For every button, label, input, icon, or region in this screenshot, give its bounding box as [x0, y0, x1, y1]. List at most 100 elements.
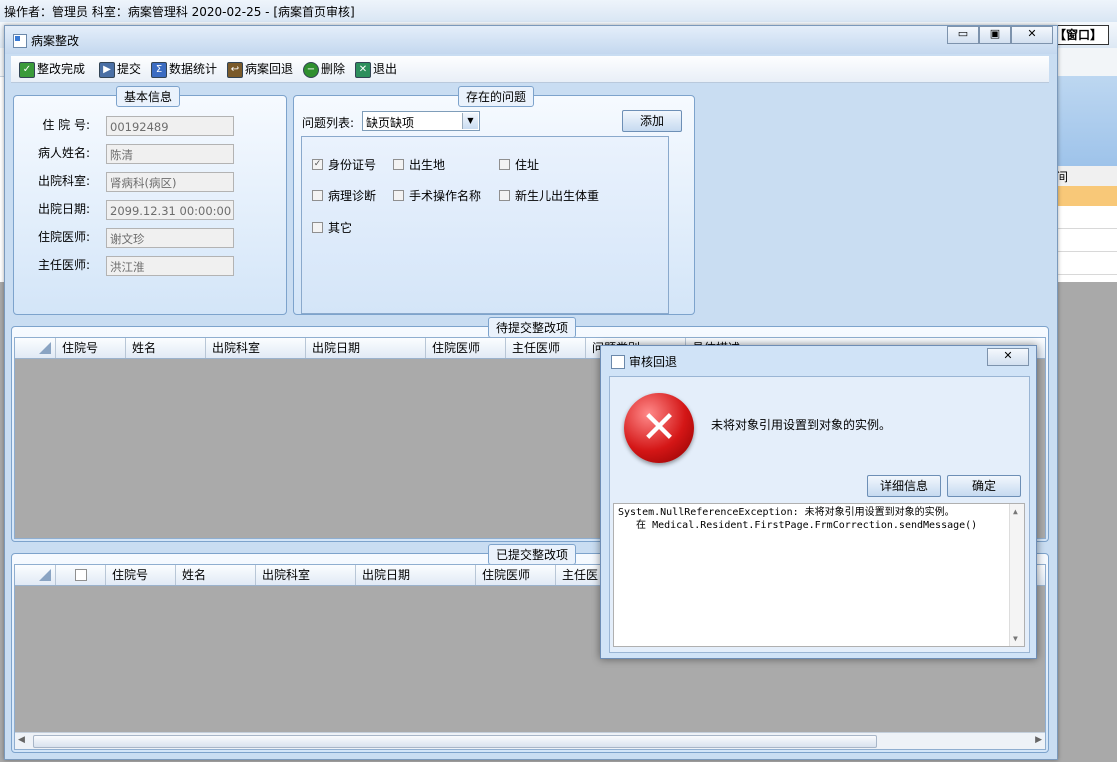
scroll-up-icon[interactable]: ▲: [1013, 505, 1018, 518]
column-header[interactable]: 住院医师: [425, 338, 505, 358]
checkbox-pathology[interactable]: [312, 190, 323, 201]
toolbar-label: 整改完成: [37, 62, 86, 76]
discharge-date-field[interactable]: 2099.12.31 00:00:00: [106, 200, 234, 220]
exception-details-textarea[interactable]: System.NullReferenceException: 未将对象引用设置到…: [613, 503, 1025, 647]
toolbar-submit-button[interactable]: ▶ 提交: [99, 59, 141, 79]
form-title: 病案整改: [31, 34, 80, 48]
submitted-title: 已提交整改项: [488, 544, 577, 565]
checkbox-column[interactable]: [55, 565, 105, 585]
column-header[interactable]: 住院号: [105, 565, 175, 585]
close-button[interactable]: ✕: [1011, 26, 1053, 44]
horizontal-scrollbar[interactable]: ◀ ▶: [15, 732, 1045, 749]
close-icon: ✕: [1003, 349, 1013, 362]
problems-group: 存在的问题 问题列表: 缺页缺项 ▼ 添加 ✓ 身份证号 出生地 住址 病理诊断…: [293, 86, 695, 315]
ok-button[interactable]: 确定: [947, 475, 1021, 497]
scroll-down-icon[interactable]: ▼: [1013, 632, 1018, 645]
maximize-icon: ▣: [989, 27, 1001, 40]
delete-icon: −: [303, 62, 319, 78]
close-icon: ✕: [1027, 27, 1037, 40]
field-label: 出院科室:: [37, 174, 90, 188]
dialog-close-button[interactable]: ✕: [987, 348, 1029, 366]
chevron-down-icon[interactable]: ▼: [462, 113, 478, 129]
dialog-title-bar: 审核回退 ✕: [601, 346, 1036, 374]
problem-list-select[interactable]: 缺页缺项 ▼: [362, 111, 480, 131]
column-header[interactable]: 出院科室: [255, 565, 355, 585]
vertical-scrollbar[interactable]: ▲ ▼: [1009, 504, 1024, 646]
checkbox-label: 出生地: [409, 158, 446, 172]
toolbar-statistics-button[interactable]: Σ 数据统计: [151, 59, 217, 79]
app-title-bar: 操作者：管理员 科室：病案管理科 2020-02-25 - [病案首页审核]: [0, 0, 1117, 23]
checkbox-surgery-name[interactable]: [393, 190, 404, 201]
maximize-button[interactable]: ▣: [979, 26, 1011, 44]
column-header[interactable]: 住院号: [55, 338, 125, 358]
scrollbar-thumb[interactable]: [33, 735, 877, 748]
checkbox-label: 其它: [328, 221, 353, 235]
field-label: 住 院 号:: [42, 118, 90, 132]
column-header[interactable]: 住院医师: [475, 565, 555, 585]
checkbox-label: 新生儿出生体重: [515, 189, 600, 203]
basic-info-group: 基本信息 住 院 号: 00192489 病人姓名: 陈清 出院科室: 肾病科(…: [13, 86, 287, 315]
resident-doctor-field[interactable]: 谢文珍: [106, 228, 234, 248]
toolbar-exit-button[interactable]: ✕ 退出: [355, 59, 397, 79]
checkbox-other[interactable]: [312, 222, 323, 233]
background-grid-banner: [1052, 76, 1117, 166]
scroll-left-icon[interactable]: ◀: [18, 735, 25, 745]
minimize-button[interactable]: ▭: [947, 26, 979, 44]
error-dialog: 审核回退 ✕ ✕ 未将对象引用设置到对象的实例。 详细信息 确定 System.…: [600, 345, 1037, 659]
form-title-bar: 病案整改 ▭ ▣ ✕: [5, 26, 1057, 54]
column-header[interactable]: 出院日期: [305, 338, 425, 358]
pending-title: 待提交整改项: [488, 317, 577, 338]
select-all-corner[interactable]: [15, 338, 55, 358]
toolbar-label: 数据统计: [169, 62, 218, 76]
checkbox-id-number[interactable]: ✓: [312, 159, 323, 170]
checkbox-birthplace[interactable]: [393, 159, 404, 170]
patient-name-field[interactable]: 陈清: [106, 144, 234, 164]
dialog-body: ✕ 未将对象引用设置到对象的实例。 详细信息 确定 System.NullRef…: [609, 376, 1030, 653]
checkbox-label: 手术操作名称: [409, 189, 482, 203]
checkbox-label: 身份证号: [328, 158, 377, 172]
field-label: 住院医师:: [37, 230, 90, 244]
problem-list-label: 问题列表:: [302, 116, 355, 130]
background-grid-header: 间: [1052, 166, 1117, 187]
toolbar-label: 删除: [321, 62, 346, 76]
return-icon: ↩: [227, 62, 243, 78]
basic-info-title: 基本信息: [116, 86, 181, 107]
chief-doctor-field[interactable]: 洪江淮: [106, 256, 234, 276]
exception-line: System.NullReferenceException: 未将对象引用设置到…: [618, 507, 955, 518]
minimize-icon: ▭: [957, 27, 969, 40]
error-x-icon: ✕: [640, 402, 678, 453]
scroll-right-icon[interactable]: ▶: [1035, 735, 1042, 745]
form-toolbar: ✓ 整改完成 ▶ 提交 Σ 数据统计 ↩ 病案回退 − 删除 ✕ 退出: [11, 56, 1049, 83]
app-title-text: 操作者：管理员 科室：病案管理科 2020-02-25 - [病案首页审核]: [4, 5, 355, 19]
column-header[interactable]: 出院科室: [205, 338, 305, 358]
problems-title: 存在的问题: [458, 86, 535, 107]
checkbox-newborn-weight[interactable]: [499, 190, 510, 201]
toolbar-correct-done-button[interactable]: ✓ 整改完成: [19, 59, 85, 79]
field-label: 主任医师:: [37, 258, 90, 272]
checkbox-label: 病理诊断: [328, 189, 377, 203]
background-grid: 间: [1052, 76, 1117, 282]
inpatient-number-field[interactable]: 00192489: [106, 116, 234, 136]
toolbar-return-button[interactable]: ↩ 病案回退: [227, 59, 293, 79]
background-grid-selected-row[interactable]: [1052, 186, 1117, 206]
field-label: 病人姓名:: [37, 146, 90, 160]
dialog-title: 审核回退: [629, 355, 678, 369]
select-all-checkbox[interactable]: [75, 569, 87, 581]
checkbox-label: 住址: [515, 158, 540, 172]
select-all-corner[interactable]: [15, 565, 55, 585]
problem-checkbox-panel: ✓ 身份证号 出生地 住址 病理诊断 手术操作名称 新生儿出生体重 其它: [301, 136, 669, 314]
discharge-department-field[interactable]: 肾病科(病区): [106, 172, 234, 192]
column-header[interactable]: 主任医师: [505, 338, 585, 358]
problem-list-value: 缺页缺项: [366, 116, 415, 130]
form-window-icon: [13, 34, 27, 48]
exit-icon: ✕: [355, 62, 371, 78]
column-header[interactable]: 出院日期: [355, 565, 475, 585]
check-icon: ✓: [19, 62, 35, 78]
add-problem-button[interactable]: 添加: [622, 110, 682, 132]
column-header[interactable]: 姓名: [175, 565, 255, 585]
details-button[interactable]: 详细信息: [867, 475, 941, 497]
column-header[interactable]: 姓名: [125, 338, 205, 358]
toolbar-delete-button[interactable]: − 删除: [303, 59, 345, 79]
checkbox-address[interactable]: [499, 159, 510, 170]
toolbar-label: 病案回退: [245, 62, 294, 76]
